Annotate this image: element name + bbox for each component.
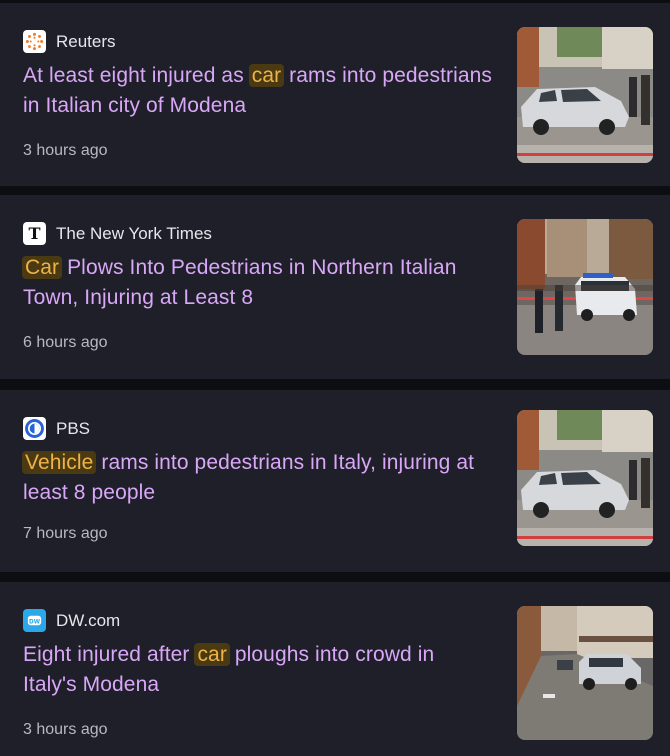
thumbnail-image[interactable] (517, 27, 653, 163)
keyword-highlight: Vehicle (22, 451, 97, 474)
headline-link[interactable]: Eight injured after car ploughs into cro… (23, 640, 493, 700)
news-feed: Reuters At least eight injured as car ra… (0, 0, 670, 756)
thumbnail-image[interactable] (517, 606, 653, 740)
news-source: PBS (23, 417, 90, 440)
headline-text: Plows Into Pedestrians in Northern Itali… (23, 256, 457, 309)
thumbnail-image[interactable] (517, 410, 653, 546)
news-card[interactable]: PBS Vehicle rams into pedestrians in Ita… (0, 390, 670, 572)
timestamp: 7 hours ago (23, 525, 108, 542)
svg-text:DW: DW (29, 619, 41, 625)
keyword-highlight: Car (22, 256, 63, 279)
street-scene-icon (517, 27, 653, 163)
pbs-logo-icon (23, 417, 46, 440)
source-name: DW.com (56, 610, 121, 630)
street-scene-icon (517, 606, 653, 740)
timestamp: 6 hours ago (23, 334, 108, 351)
headline-link[interactable]: Car Plows Into Pedestrians in Northern I… (22, 253, 493, 313)
keyword-highlight: car (248, 64, 285, 87)
news-card[interactable]: T The New York Times Car Plows Into Pede… (0, 195, 670, 379)
headline-text: At least eight injured as (23, 64, 250, 87)
news-card[interactable]: Reuters At least eight injured as car ra… (0, 3, 670, 186)
dw-logo-icon: DW (23, 609, 46, 632)
thumbnail-image[interactable] (517, 219, 653, 355)
news-card[interactable]: DW DW.com Eight injured after car plough… (0, 582, 670, 756)
svg-text:T: T (28, 224, 40, 243)
nyt-logo-icon: T (23, 222, 46, 245)
timestamp: 3 hours ago (23, 721, 108, 738)
headline-text: Eight injured after (23, 643, 196, 666)
news-source: Reuters (23, 30, 116, 53)
keyword-highlight: car (194, 643, 230, 666)
headline-link[interactable]: At least eight injured as car rams into … (23, 61, 493, 121)
street-scene-icon (517, 219, 653, 355)
source-name: The New York Times (56, 223, 212, 243)
source-name: Reuters (56, 31, 116, 51)
street-scene-icon (517, 410, 653, 546)
news-source: T The New York Times (23, 222, 212, 245)
headline-link[interactable]: Vehicle rams into pedestrians in Italy, … (22, 448, 493, 508)
timestamp: 3 hours ago (23, 142, 108, 159)
reuters-logo-icon (23, 30, 46, 53)
source-name: PBS (56, 418, 91, 438)
news-source: DW DW.com (23, 609, 120, 632)
